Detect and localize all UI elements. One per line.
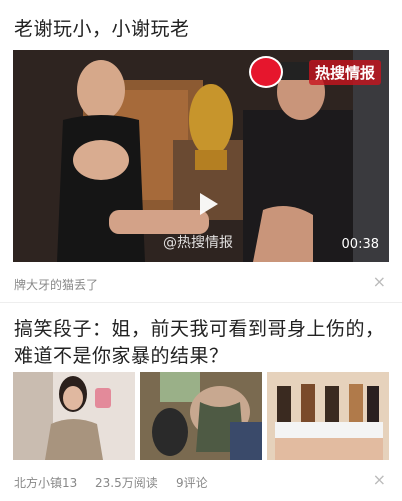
feed-item-video[interactable]: 老谢玩小，小谢玩老 热搜情报 @热搜情报 00:38 牌大牙的猫丢了 ×	[0, 0, 402, 300]
watermark-bottom: @热搜情报	[163, 235, 233, 251]
video-duration: 00:38	[341, 237, 379, 252]
video-player[interactable]: 热搜情报 @热搜情报 00:38	[13, 50, 389, 262]
item-title-line2[interactable]: 难道不是你家暴的结果？	[14, 343, 229, 370]
source-name[interactable]: 北方小镇13	[14, 474, 77, 491]
thumbnail-image	[13, 372, 135, 460]
watermark-top: 热搜情报	[308, 60, 381, 85]
close-icon[interactable]: ×	[373, 470, 386, 489]
play-icon[interactable]	[200, 193, 218, 215]
thumbnail-2[interactable]	[140, 372, 262, 460]
thumbnail-1[interactable]	[13, 372, 135, 460]
weibo-logo-icon	[249, 56, 283, 88]
item-title[interactable]: 老谢玩小，小谢玩老	[14, 16, 190, 43]
item-title-line1[interactable]: 搞笑段子：姐，前天我可看到哥身上伤的，	[14, 316, 385, 343]
thumbnail-image	[267, 372, 389, 460]
thumbnail-image	[140, 372, 262, 460]
close-icon[interactable]: ×	[373, 272, 386, 291]
comment-count[interactable]: 9评论	[176, 474, 208, 491]
thumbnail-3[interactable]	[267, 372, 389, 460]
read-count: 23.5万阅读	[95, 476, 158, 490]
source-name[interactable]: 牌大牙的猫丢了	[14, 276, 98, 293]
